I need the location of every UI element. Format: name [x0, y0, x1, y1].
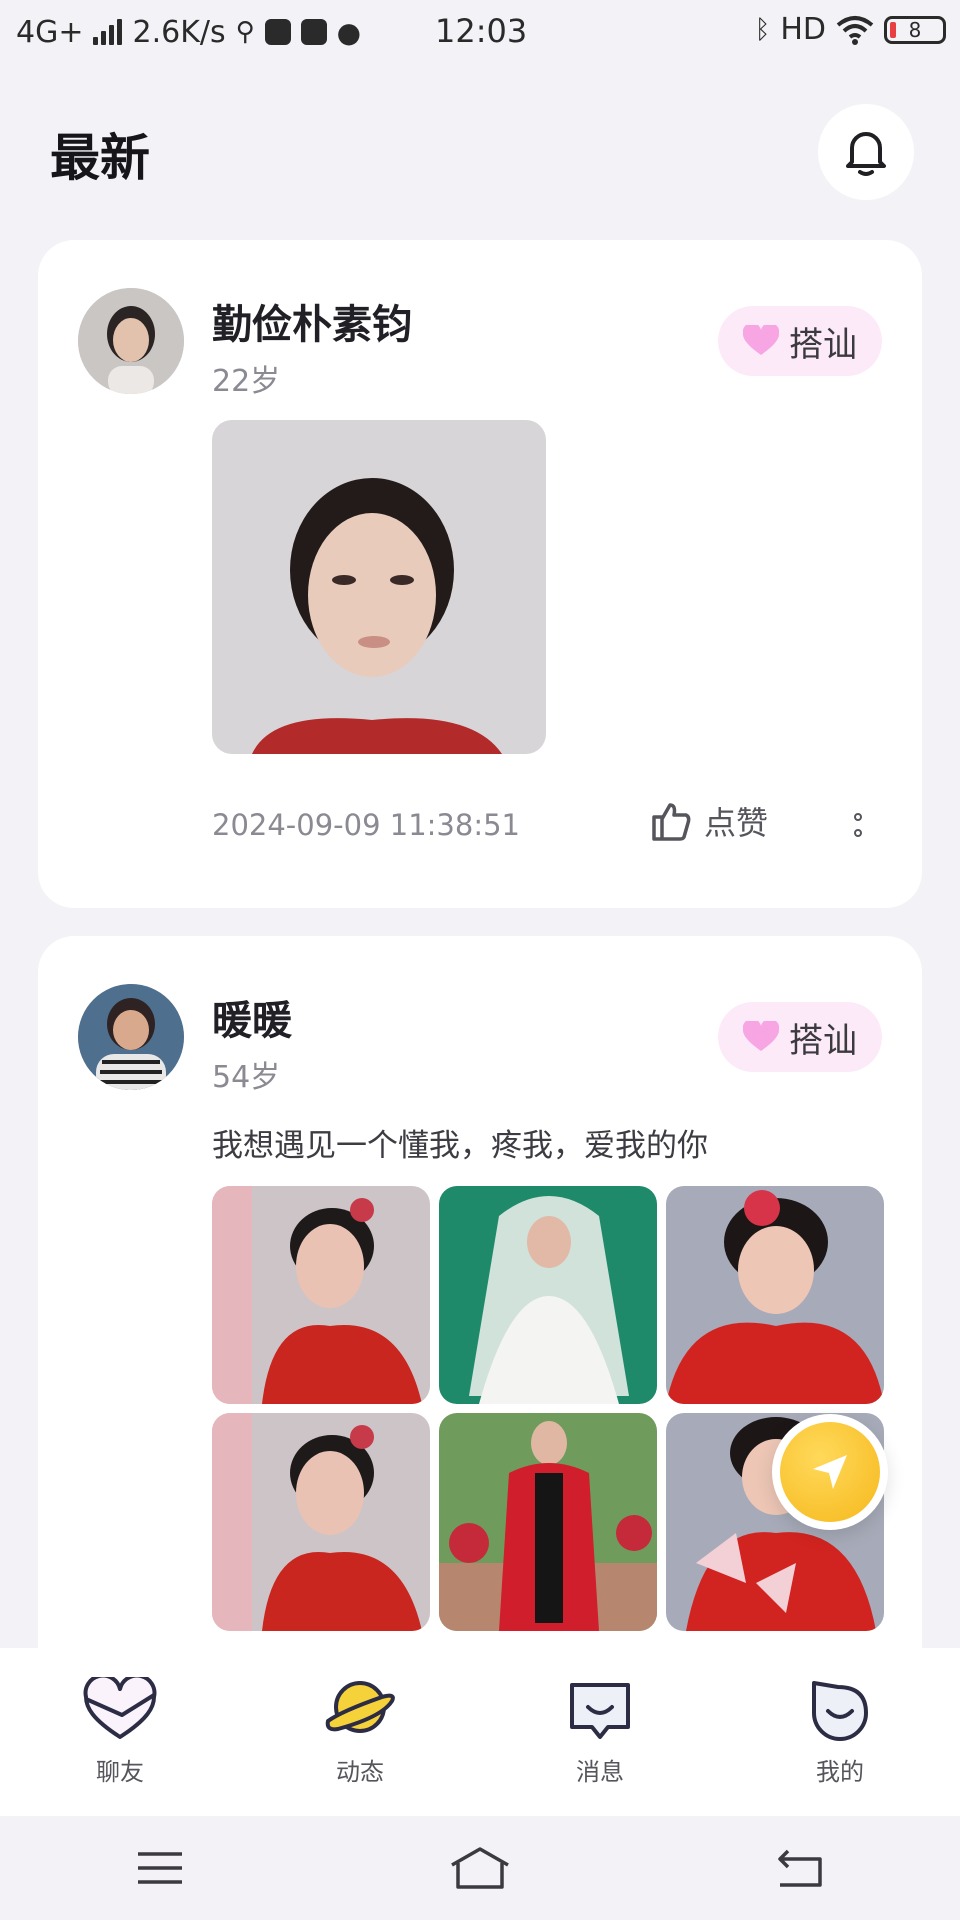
- avatar[interactable]: [78, 288, 184, 394]
- username[interactable]: 勤俭朴素钧: [212, 292, 412, 350]
- fab-background: [780, 1422, 880, 1522]
- back-button[interactable]: [760, 1838, 840, 1898]
- battery-level: 8: [908, 17, 922, 42]
- portrait-photo: [212, 1413, 430, 1631]
- user-age: 54岁: [212, 1060, 281, 1095]
- nav-label: 消息: [576, 1758, 624, 1786]
- clock: 12:03: [435, 12, 528, 50]
- bell-icon: [846, 132, 886, 176]
- notifications-button[interactable]: [818, 104, 914, 200]
- status-bar: 4G+ 2.6K/s ⚲ ● 12:03 ᛒ HD 8: [0, 0, 960, 64]
- message-face-icon: [560, 1674, 640, 1744]
- username[interactable]: 暖暖: [212, 988, 292, 1046]
- mail-notification-icon: [300, 19, 327, 45]
- network-speed: 2.6K/s: [132, 14, 226, 50]
- post-image[interactable]: [439, 1413, 657, 1631]
- avatar-photo: [78, 984, 184, 1090]
- post-image[interactable]: [212, 1413, 430, 1631]
- portrait-photo: [666, 1186, 884, 1404]
- app-notification-icon: [264, 19, 291, 45]
- menu-button[interactable]: [120, 1838, 200, 1898]
- heart-icon: [743, 1021, 779, 1051]
- more-options-button[interactable]: [838, 800, 878, 850]
- navigation-arrow-icon: [813, 1455, 847, 1489]
- home-button[interactable]: [440, 1838, 520, 1898]
- greet-button[interactable]: 搭讪: [718, 1002, 882, 1072]
- battery-indicator: 8: [884, 15, 946, 44]
- location-fab-button[interactable]: [772, 1414, 888, 1530]
- portrait-photo: [212, 420, 546, 754]
- thumbs-up-icon: [652, 803, 691, 841]
- menu-icon: [138, 1852, 182, 1884]
- home-icon: [451, 1847, 509, 1889]
- nav-item-chat-friends[interactable]: 聊友: [0, 1648, 240, 1816]
- heart-chat-icon: [80, 1674, 160, 1744]
- post-card[interactable]: 勤俭朴素钧 22岁 搭讪 2024-09-09 11:38:51 点赞: [38, 240, 922, 908]
- hd-indicator: HD: [780, 12, 826, 47]
- more-dot-icon: [854, 829, 862, 837]
- signal-icon: [93, 19, 123, 45]
- usb-icon: ⚲: [235, 17, 255, 47]
- post-text: 我想遇见一个懂我，疼我，爱我的你: [212, 1128, 708, 1164]
- portrait-photo: [439, 1186, 657, 1404]
- post-image[interactable]: [212, 1186, 430, 1404]
- nav-item-moments[interactable]: 动态: [240, 1648, 480, 1816]
- photo-grid: [212, 1186, 884, 1631]
- greet-label: 搭讪: [789, 324, 857, 365]
- page-title: 最新: [50, 129, 150, 187]
- more-dot-icon: [854, 813, 862, 821]
- post-timestamp: 2024-09-09 11:38:51: [212, 808, 520, 842]
- planet-icon: [320, 1674, 400, 1744]
- post-image[interactable]: [666, 1186, 884, 1404]
- avatar-photo: [78, 288, 184, 394]
- nav-item-messages[interactable]: 消息: [480, 1648, 720, 1816]
- wifi-icon: [836, 15, 874, 45]
- system-nav-bar: [0, 1816, 960, 1920]
- user-age: 22岁: [212, 364, 281, 399]
- back-icon: [778, 1849, 822, 1887]
- greet-button[interactable]: 搭讪: [718, 306, 882, 376]
- post-image[interactable]: [439, 1186, 657, 1404]
- greet-label: 搭讪: [789, 1020, 857, 1061]
- avatar[interactable]: [78, 984, 184, 1090]
- chat-notification-icon: ●: [336, 15, 362, 49]
- post-image[interactable]: [212, 420, 546, 754]
- nav-label: 聊友: [96, 1758, 144, 1786]
- bottom-nav: 聊友 动态 消息 我的: [0, 1648, 960, 1816]
- portrait-photo: [212, 1186, 430, 1404]
- like-button[interactable]: 点赞: [650, 798, 768, 844]
- network-type: 4G+: [16, 14, 84, 50]
- bluetooth-icon: ᛒ: [754, 14, 771, 45]
- post-card[interactable]: 暖暖 54岁 搭讪 我想遇见一个懂我，疼我，爱我的你: [38, 936, 922, 1696]
- nav-label: 我的: [816, 1758, 864, 1786]
- like-label: 点赞: [704, 804, 769, 842]
- nav-label: 动态: [336, 1758, 384, 1786]
- profile-face-icon: [800, 1674, 880, 1744]
- portrait-photo: [439, 1413, 657, 1631]
- heart-icon: [743, 325, 779, 355]
- nav-item-profile[interactable]: 我的: [720, 1648, 960, 1816]
